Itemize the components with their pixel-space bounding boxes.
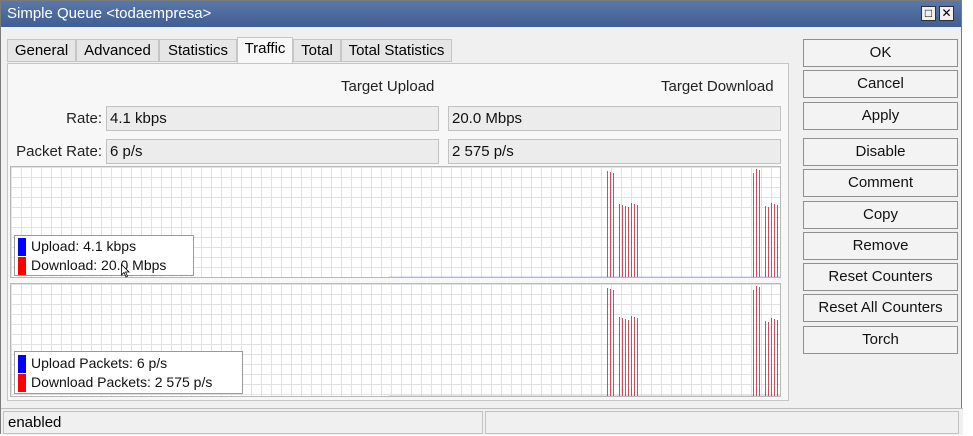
tab-traffic[interactable]: Traffic [237,37,293,64]
tab-general[interactable]: General [7,39,76,62]
header-target-upload: Target Upload [341,78,435,95]
mouse-cursor-icon [121,264,130,278]
tab-advanced[interactable]: Advanced [76,39,159,62]
legend-upload-packets-swatch [18,355,26,373]
torch-button[interactable]: Torch [803,326,958,354]
reset-counters-button[interactable]: Reset Counters [803,263,958,291]
legend-download-text: Download: 20.0 Mbps [31,257,167,273]
reset-all-counters-button[interactable]: Reset All Counters [803,294,958,322]
traffic-panel: Target Upload Target Download Rate: 4.1 … [7,63,789,401]
apply-button[interactable]: Apply [803,102,958,130]
packet-rate-upload-field: 6 p/s [106,139,439,164]
legend-download-packets-text: Download Packets: 2 575 p/s [31,374,213,390]
packet-rate-label: Packet Rate: [16,143,102,160]
legend-download-swatch [18,257,26,275]
copy-button[interactable]: Copy [803,201,958,229]
status-bar: enabled [1,408,963,435]
tab-total[interactable]: Total [293,39,341,62]
traffic-graph: Upload: 4.1 kbps Download: 20.0 Mbps [10,166,781,278]
remove-button[interactable]: Remove [803,232,958,260]
simple-queue-window: Simple Queue <todaempresa> □ ✕ General A… [0,0,963,435]
status-extra [485,411,959,434]
title-bar[interactable]: Simple Queue <todaempresa> □ ✕ [1,1,961,27]
tab-statistics[interactable]: Statistics [159,39,237,62]
packets-graph-legend: Upload Packets: 6 p/s Download Packets: … [14,351,243,394]
traffic-graph-legend: Upload: 4.1 kbps Download: 20.0 Mbps [14,235,194,276]
window-title: Simple Queue <todaempresa> [7,5,212,22]
ok-button[interactable]: OK [803,39,958,67]
restore-icon[interactable]: □ [921,6,936,21]
close-icon[interactable]: ✕ [939,6,954,21]
rate-upload-field: 4.1 kbps [106,106,439,131]
rate-download-field: 20.0 Mbps [448,106,781,131]
legend-download-packets-swatch [18,374,26,392]
packet-rate-download-field: 2 575 p/s [448,139,781,164]
rate-label: Rate: [66,110,102,127]
tab-total-statistics[interactable]: Total Statistics [341,39,452,62]
comment-button[interactable]: Comment [803,169,958,197]
header-target-download: Target Download [661,78,774,95]
legend-upload-text: Upload: 4.1 kbps [31,238,137,254]
cancel-button[interactable]: Cancel [803,70,958,98]
status-text: enabled [3,411,483,434]
packets-graph: Upload Packets: 6 p/s Download Packets: … [10,283,781,397]
legend-upload-swatch [18,238,26,256]
disable-button[interactable]: Disable [803,138,958,166]
legend-upload-packets-text: Upload Packets: 6 p/s [31,355,168,371]
